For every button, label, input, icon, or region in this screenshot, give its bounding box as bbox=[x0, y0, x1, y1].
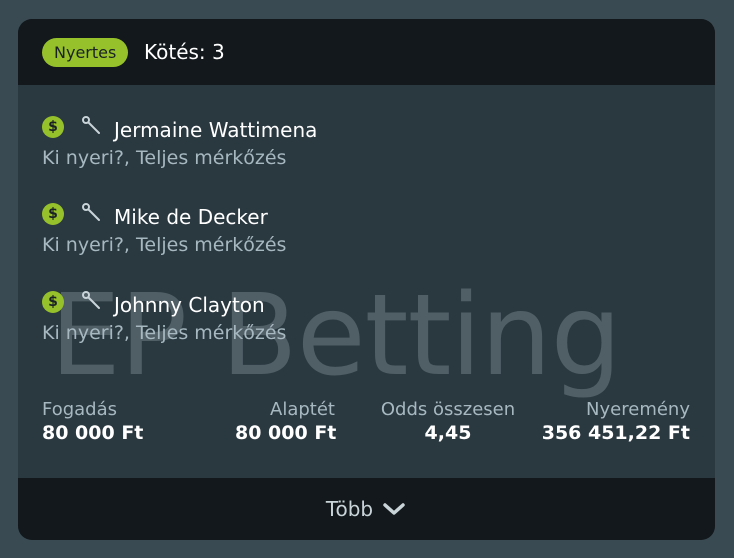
base-stat: Alaptét 80 000 Ft bbox=[235, 399, 337, 445]
status-badge: Nyertes bbox=[42, 38, 129, 67]
win-label: Nyeremény bbox=[586, 399, 690, 420]
more-label: Több bbox=[325, 497, 374, 521]
win-value: 356 451,22 Ft bbox=[541, 422, 690, 444]
bet-header: Nyertes Kötés: 3 bbox=[18, 19, 715, 85]
player-name: Johnny Clayton bbox=[114, 293, 265, 317]
bet-slip-card: Nyertes Kötés: 3 EP Betting $ Jermaine W… bbox=[18, 19, 715, 540]
odds-value: 4,45 bbox=[424, 422, 472, 444]
tool-icon bbox=[82, 203, 100, 221]
market-label: Ki nyeri?, Teljes mérkőzés bbox=[42, 322, 287, 344]
base-label: Alaptét bbox=[270, 399, 335, 420]
chevron-down-icon bbox=[383, 503, 405, 515]
tool-icon bbox=[82, 116, 100, 134]
market-label: Ki nyeri?, Teljes mérkőzés bbox=[42, 147, 287, 169]
dollar-icon: $ bbox=[42, 116, 64, 138]
dollar-icon: $ bbox=[42, 203, 64, 225]
market-label: Ki nyeri?, Teljes mérkőzés bbox=[42, 234, 287, 256]
stake-value: 80 000 Ft bbox=[42, 422, 144, 444]
player-name: Mike de Decker bbox=[114, 205, 268, 229]
bets-count: Kötés: 3 bbox=[144, 40, 225, 64]
dollar-icon: $ bbox=[42, 291, 64, 313]
tool-icon bbox=[82, 291, 100, 309]
stake-label: Fogadás bbox=[42, 399, 118, 420]
odds-stat: Odds összesen 4,45 bbox=[358, 399, 538, 445]
player-name: Jermaine Wattimena bbox=[114, 118, 318, 142]
stake-stat: Fogadás 80 000 Ft bbox=[42, 399, 143, 445]
win-stat: Nyeremény 356 451,22 Ft bbox=[530, 399, 690, 445]
base-value: 80 000 Ft bbox=[235, 422, 337, 444]
card-footer: Több bbox=[18, 478, 715, 540]
more-button[interactable]: Több bbox=[18, 478, 715, 540]
odds-label: Odds összesen bbox=[380, 399, 516, 420]
